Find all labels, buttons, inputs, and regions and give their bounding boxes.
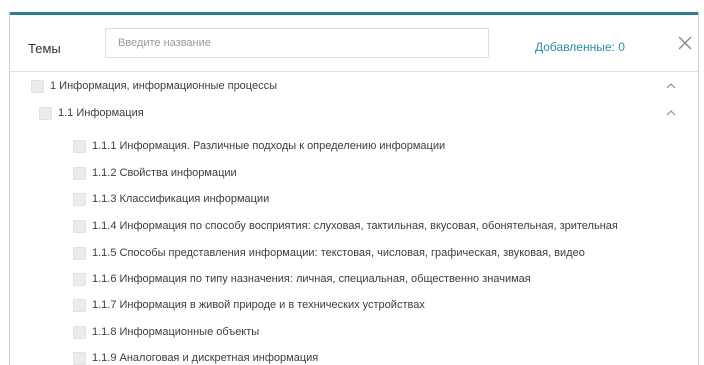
item-label: 1.1.8 Информационные объекты: [92, 326, 260, 338]
item-checkbox[interactable]: [73, 351, 86, 365]
tree-item[interactable]: 1.1.3 Классификация информации: [10, 186, 698, 212]
tree-item[interactable]: 1.1.2 Свойства информации: [10, 160, 698, 186]
item-checkbox[interactable]: [73, 219, 86, 233]
item-label: 1.1.3 Классификация информации: [92, 193, 270, 205]
tree-item[interactable]: 1.1.5 Способы представления информации: …: [10, 240, 698, 266]
item-label: 1.1.2 Свойства информации: [92, 167, 237, 179]
item-checkbox[interactable]: [73, 192, 86, 206]
dialog-header: Темы Добавленные: 0: [10, 15, 698, 72]
item-label: 1.1.7 Информация в живой природе и в тех…: [92, 299, 425, 311]
item-checkbox[interactable]: [73, 325, 86, 339]
search-input[interactable]: [105, 28, 489, 58]
item-checkbox[interactable]: [73, 272, 86, 286]
item-checkbox[interactable]: [73, 246, 86, 260]
tree-item[interactable]: 1.1.1 Информация. Различные подходы к оп…: [10, 133, 698, 159]
tree-item[interactable]: 1.1.8 Информационные объекты: [10, 319, 698, 345]
added-count-link[interactable]: Добавленные: 0: [535, 40, 625, 54]
close-icon[interactable]: [676, 34, 694, 52]
item-checkbox[interactable]: [73, 166, 86, 180]
dialog-title: Темы: [28, 41, 61, 56]
topic-checkbox[interactable]: [31, 79, 44, 93]
tree-row-topic[interactable]: 1 Информация, информационные процессы: [10, 73, 698, 99]
item-label: 1.1.5 Способы представления информации: …: [92, 247, 585, 259]
tree-item[interactable]: 1.1.7 Информация в живой природе и в тех…: [10, 292, 698, 318]
chevron-up-icon[interactable]: [665, 81, 677, 91]
item-label: 1.1.4 Информация по способу восприятия: …: [92, 220, 618, 232]
subtopic-label: 1.1 Информация: [58, 107, 144, 119]
item-checkbox[interactable]: [73, 139, 86, 153]
tree-item[interactable]: 1.1.9 Аналоговая и дискретная информация: [10, 345, 698, 365]
item-label: 1.1.9 Аналоговая и дискретная информация: [92, 352, 319, 364]
item-label: 1.1.1 Информация. Различные подходы к оп…: [92, 140, 446, 152]
topic-label: 1 Информация, информационные процессы: [50, 80, 278, 92]
subtopic-checkbox[interactable]: [39, 106, 52, 120]
tree-item[interactable]: 1.1.4 Информация по способу восприятия: …: [10, 213, 698, 239]
item-checkbox[interactable]: [73, 298, 86, 312]
topics-dialog: Темы Добавленные: 0 1 Информация, информ…: [9, 12, 699, 365]
tree-row-subtopic[interactable]: 1.1 Информация: [10, 100, 698, 126]
item-label: 1.1.6 Информация по типу назначения: лич…: [92, 273, 531, 285]
tree-item[interactable]: 1.1.6 Информация по типу назначения: лич…: [10, 266, 698, 292]
chevron-up-icon[interactable]: [665, 108, 677, 118]
